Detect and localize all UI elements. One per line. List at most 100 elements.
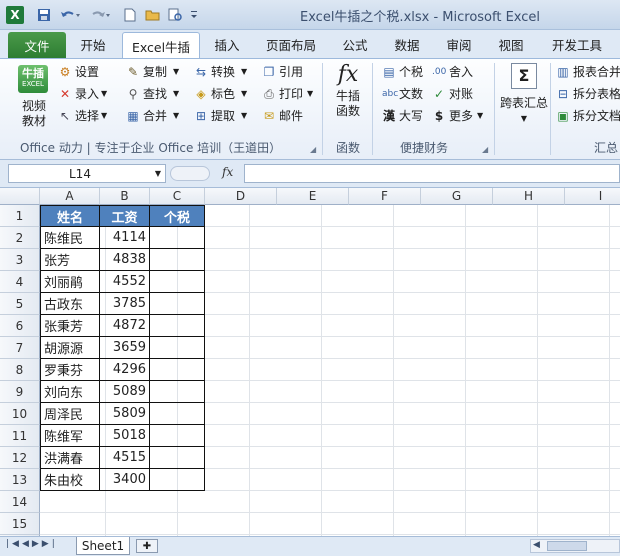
row-header[interactable]: 11 <box>0 425 40 447</box>
row-header[interactable]: 13 <box>0 469 40 491</box>
column-header-d[interactable]: D <box>205 188 277 205</box>
print-button[interactable]: ⎙ 打印 ▼ <box>262 85 313 102</box>
row-header[interactable]: 14 <box>0 491 40 513</box>
split-table-button[interactable]: ⊟ 拆分表格 <box>556 85 620 102</box>
row-header[interactable]: 3 <box>0 249 40 271</box>
column-header-i[interactable]: I <box>565 188 620 205</box>
header-cell-salary[interactable]: 工资 <box>100 205 150 227</box>
column-header-e[interactable]: E <box>277 188 349 205</box>
copy-button[interactable]: ✎ 复制 ▼ <box>126 63 179 80</box>
cross-sheet-summary-button[interactable]: Σ 跨表汇总 ▼ <box>498 63 550 127</box>
tax-cell[interactable] <box>150 469 205 491</box>
row-header[interactable]: 4 <box>0 271 40 293</box>
quote-button[interactable]: ❐ 引用 <box>262 63 303 80</box>
name-cell[interactable]: 张秉芳 <box>40 315 100 337</box>
name-cell[interactable]: 洪满春 <box>40 447 100 469</box>
salary-cell[interactable]: 5809 <box>100 403 150 425</box>
salary-cell[interactable]: 3659 <box>100 337 150 359</box>
tax-cell[interactable] <box>150 227 205 249</box>
merge-report-button[interactable]: ▥ 报表合并 <box>556 63 620 80</box>
tax-cell[interactable] <box>150 359 205 381</box>
row-header[interactable]: 9 <box>0 381 40 403</box>
customize-icon[interactable] <box>188 7 200 23</box>
tax-cell[interactable] <box>150 425 205 447</box>
name-cell[interactable]: 罗秉芬 <box>40 359 100 381</box>
tax-cell[interactable] <box>150 249 205 271</box>
more-button[interactable]: $ 更多 ▼ <box>432 107 483 124</box>
name-cell[interactable]: 刘丽鹃 <box>40 271 100 293</box>
find-button[interactable]: ⚲ 查找 ▼ <box>126 85 180 102</box>
row-header[interactable]: 12 <box>0 447 40 469</box>
name-cell[interactable]: 古政东 <box>40 293 100 315</box>
insert-sheet-icon[interactable]: ✚ <box>136 539 158 553</box>
header-cell-tax[interactable]: 个税 <box>150 205 205 227</box>
new-file-icon[interactable] <box>122 7 138 23</box>
save-icon[interactable] <box>36 7 52 23</box>
excel-app-icon[interactable]: X <box>6 6 24 24</box>
insert-function-icon[interactable]: fx <box>222 165 233 179</box>
open-folder-icon[interactable] <box>144 7 162 23</box>
scroll-left-icon[interactable]: ◀ <box>533 540 540 550</box>
row-header[interactable]: 15 <box>0 513 40 535</box>
capital-button[interactable]: 漢大写 <box>382 107 423 124</box>
row-header[interactable]: 10 <box>0 403 40 425</box>
tax-cell[interactable] <box>150 315 205 337</box>
tax-cell[interactable] <box>150 403 205 425</box>
salary-cell[interactable]: 4296 <box>100 359 150 381</box>
redo-icon[interactable] <box>88 7 112 23</box>
name-cell[interactable]: 胡源源 <box>40 337 100 359</box>
sheet-nav-arrows-icon[interactable]: |◀◀▶▶| <box>6 539 58 549</box>
text-number-button[interactable]: abc 文数 <box>382 85 423 102</box>
chevron-down-icon[interactable]: ▼ <box>155 169 161 178</box>
expand-handle[interactable] <box>170 166 210 181</box>
tab-formulas[interactable]: 公式 <box>332 30 378 58</box>
salary-cell[interactable]: 3785 <box>100 293 150 315</box>
column-header-c[interactable]: C <box>150 188 205 205</box>
niucha-functions-button[interactable]: fx 牛插 函数 <box>330 61 366 119</box>
salary-cell[interactable]: 4114 <box>100 227 150 249</box>
name-cell[interactable]: 朱由校 <box>40 469 100 491</box>
tab-developer[interactable]: 开发工具 <box>542 30 612 58</box>
formula-input[interactable] <box>244 164 620 183</box>
scroll-thumb[interactable] <box>547 541 587 551</box>
tab-review[interactable]: 审阅 <box>436 30 482 58</box>
name-box[interactable]: L14 ▼ <box>8 164 166 183</box>
row-header[interactable]: 5 <box>0 293 40 315</box>
video-tutorial-button[interactable]: 视频 教材 <box>18 99 50 129</box>
highlight-color-button[interactable]: ◈ 标色 ▼ <box>194 85 247 102</box>
salary-cell[interactable]: 4872 <box>100 315 150 337</box>
header-cell-name[interactable]: 姓名 <box>40 205 100 227</box>
reconcile-button[interactable]: ✓ 对账 <box>432 85 473 102</box>
row-header[interactable]: 6 <box>0 315 40 337</box>
dialog-launcher-icon[interactable]: ◢ <box>310 145 316 154</box>
split-doc-button[interactable]: ▣ 拆分文档 <box>556 107 620 124</box>
personal-tax-button[interactable]: ▤ 个税 <box>382 63 423 80</box>
name-cell[interactable]: 张芳 <box>40 249 100 271</box>
name-cell[interactable]: 周泽民 <box>40 403 100 425</box>
row-header[interactable]: 1 <box>0 205 40 227</box>
tab-home[interactable]: 开始 <box>68 30 118 58</box>
convert-button[interactable]: ⇆ 转换 ▼ <box>194 63 247 80</box>
tax-cell[interactable] <box>150 337 205 359</box>
merge-button[interactable]: ▦ 合并 ▼ <box>126 107 179 124</box>
enter-button[interactable]: ✕ 录入 ▼ <box>58 85 107 102</box>
row-header[interactable]: 8 <box>0 359 40 381</box>
print-preview-icon[interactable] <box>166 7 184 23</box>
tab-view[interactable]: 视图 <box>488 30 534 58</box>
salary-cell[interactable]: 5089 <box>100 381 150 403</box>
column-header-f[interactable]: F <box>349 188 421 205</box>
salary-cell[interactable]: 4552 <box>100 271 150 293</box>
tab-excel-niucha[interactable]: Excel牛插 <box>122 32 200 59</box>
extract-button[interactable]: ⊞ 提取 ▼ <box>194 107 247 124</box>
name-cell[interactable]: 陈维军 <box>40 425 100 447</box>
horizontal-scrollbar[interactable]: ◀ <box>530 539 620 553</box>
select-all-corner[interactable] <box>0 188 40 205</box>
column-header-b[interactable]: B <box>100 188 150 205</box>
settings-button[interactable]: ⚙ 设置 <box>58 63 99 80</box>
tab-file[interactable]: 文件 <box>8 32 66 58</box>
tab-insert[interactable]: 插入 <box>204 30 250 58</box>
name-cell[interactable]: 刘向东 <box>40 381 100 403</box>
select-button[interactable]: ↖ 选择 ▼ <box>58 107 107 124</box>
dialog-launcher-icon[interactable]: ◢ <box>482 145 488 154</box>
tax-cell[interactable] <box>150 293 205 315</box>
